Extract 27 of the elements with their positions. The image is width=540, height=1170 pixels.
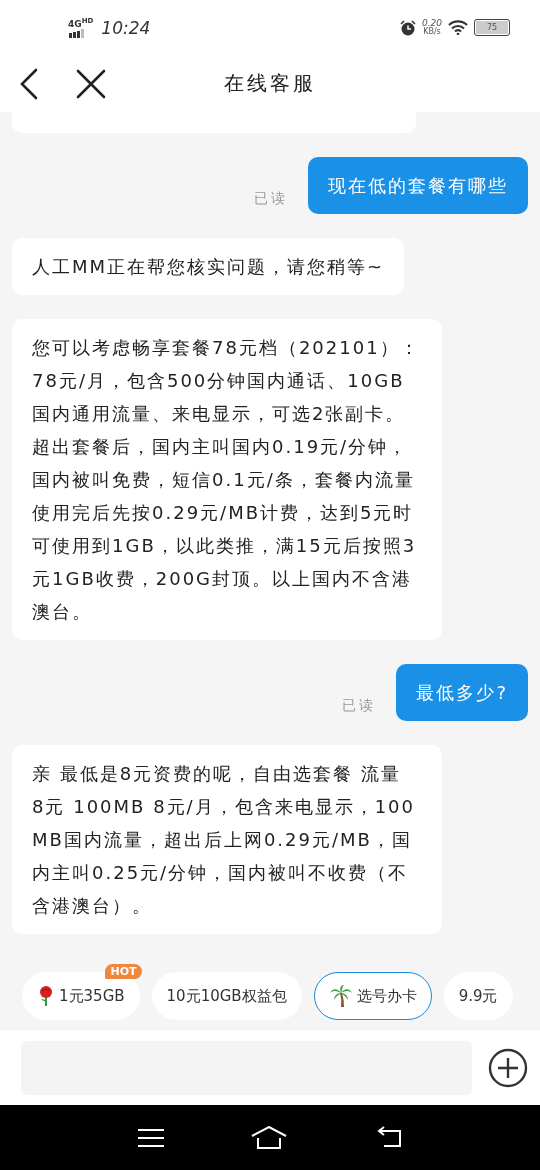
- rose-icon: [37, 985, 55, 1007]
- network-speed: 0.20: [421, 19, 442, 28]
- palm-tree-icon: [328, 984, 353, 1008]
- agent-message: 您可以考虑畅享套餐78元档（202101）：78元/月，包含500分钟国内通话、10GB国内通用流量、来电显示，可选2张副卡。超出套餐后，国内主叫国内0.19元/分钟，国内被叫免费，短信0.1元/条，套餐内流量使用完后先按0.29元/MB计费，达到5元时可使用到1GB，以此类推，满15元后按照3元1GB收费，200G封顶。以上国内不含港澳台。: [12, 319, 442, 640]
- read-receipt: 已读: [254, 190, 288, 208]
- back-button[interactable]: [18, 67, 40, 100]
- home-button[interactable]: [251, 1125, 287, 1150]
- menu-button[interactable]: [138, 1127, 165, 1148]
- status-time: 10:24: [101, 17, 151, 38]
- read-receipt: 已读: [342, 697, 377, 715]
- hot-badge: HOT: [105, 964, 142, 979]
- add-button[interactable]: [488, 1047, 528, 1088]
- battery-icon: 75: [474, 19, 510, 36]
- agent-message: 亲 最低是8元资费的呢，自由选套餐 流量 8元 100MB 8元/月，包含来电显示，100MB国内流量，超出后上网0.29元/MB，国内主叫0.25元/分钟，国内被叫不收费（不含港澳台）。: [12, 745, 442, 934]
- user-message: 现在低的套餐有哪些: [308, 157, 528, 214]
- network-label: 4G$^{HD}$: [68, 17, 94, 29]
- agent-message: 人工MM正在帮您核实问题，请您稍等~: [12, 238, 405, 295]
- page-title: 在线客服: [224, 70, 316, 97]
- quick-reply-chip[interactable]: 9.9元: [443, 972, 513, 1020]
- speed-unit: KB/s: [423, 28, 441, 36]
- quick-reply-chip[interactable]: 10元10GB权益包: [151, 972, 302, 1020]
- alarm-icon: [399, 19, 416, 36]
- signal-icon: [68, 28, 86, 38]
- user-message: 最低多少?: [396, 664, 528, 721]
- wifi-icon: [448, 20, 468, 35]
- quick-reply-chip[interactable]: 选号办卡: [313, 972, 432, 1020]
- close-button[interactable]: [76, 68, 106, 99]
